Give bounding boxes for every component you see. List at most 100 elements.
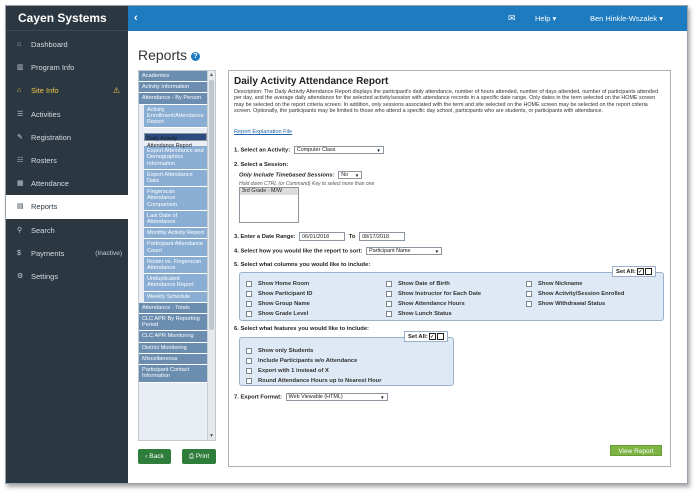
checkbox[interactable] [246, 311, 252, 317]
checkbox[interactable] [246, 358, 252, 364]
sidebar-item-reports[interactable]: ▤ Reports [6, 195, 128, 219]
session-listbox[interactable]: 3rd Grade - M/W [239, 187, 299, 223]
date-from-input[interactable]: 06/01/2018 [299, 232, 346, 241]
report-item[interactable]: Fingerscan Attendance Comparison [144, 187, 207, 211]
column-option[interactable]: Show Home Room [246, 280, 309, 288]
columns-panel: Show Home Room Show Participant ID Show … [239, 272, 664, 321]
sidebar-item-label: Program Info [31, 63, 75, 73]
report-panel: Daily Activity Attendance Report Descrip… [228, 70, 671, 467]
report-item[interactable]: Weekly Schedule [144, 291, 207, 303]
sidebar-item-search[interactable]: ⚲ Search [6, 219, 128, 242]
collapse-sidebar-icon[interactable]: ‹ [134, 6, 138, 31]
user-menu[interactable]: Ben Hinkle-Wszalek ▾ [590, 6, 663, 31]
sidebar-item-attendance[interactable]: ▦ Attendance [6, 172, 128, 195]
uncheck-all-icon[interactable] [436, 332, 444, 340]
checkbox[interactable] [246, 368, 252, 374]
scroll-thumb[interactable] [209, 80, 214, 330]
column-option[interactable]: Show Withdrawal Status [526, 300, 605, 308]
report-category[interactable]: Activity Information [139, 82, 207, 94]
sidebar-item-registration[interactable]: ✎ Registration [6, 126, 128, 149]
feature-option[interactable]: Include Participants w/o Attendance [246, 357, 357, 365]
view-report-button[interactable]: View Report [610, 445, 662, 456]
scroll-up-icon[interactable]: ▲ [208, 71, 215, 79]
report-category[interactable]: Participant Contact Information [139, 365, 207, 383]
report-item[interactable]: Unduplicated Attendance Report [144, 274, 207, 292]
report-item[interactable]: Roster vs. Fingerscan Attendance [144, 256, 207, 275]
report-item[interactable]: Export Attendance Data [144, 169, 207, 188]
checkbox[interactable] [386, 281, 392, 287]
report-explanation-link[interactable]: Report Explanation File [234, 129, 292, 135]
feature-option[interactable]: Export with 1 instead of X [246, 367, 329, 375]
report-category[interactable]: CLC APR By Reporting Period [139, 314, 207, 332]
column-option[interactable]: Show Group Name [246, 300, 310, 308]
checkbox[interactable] [246, 348, 252, 354]
column-option[interactable]: Show Lunch Status [386, 310, 452, 318]
column-option[interactable]: Show Date of Birth [386, 280, 450, 288]
check-all-icon[interactable]: ✓ [636, 267, 644, 275]
sidebar: Cayen Systems ⌂ Dashboard ▥ Program Info ⌂… [6, 6, 128, 483]
sidebar-item-label: Attendance [31, 179, 69, 189]
activity-select[interactable]: Computer Class ▼ [293, 146, 384, 154]
report-category[interactable]: District Monitoring [139, 342, 207, 354]
session-option[interactable]: 3rd Grade - M/W [240, 188, 298, 195]
report-category[interactable]: Attendance - Totals [139, 302, 207, 315]
search-icon: ⚲ [17, 226, 23, 234]
checkbox[interactable] [386, 301, 392, 307]
check-all-icon[interactable]: ✓ [428, 332, 436, 340]
feature-option-label: Export with 1 instead of X [258, 368, 329, 374]
report-item[interactable]: Participant Attendance Count [144, 239, 207, 257]
sidebar-item-settings[interactable]: ⚙ Settings [6, 265, 128, 288]
report-item[interactable]: Daily Activity Attendance Report [144, 132, 207, 149]
checkbox[interactable] [386, 311, 392, 317]
column-option[interactable]: Show Activity/Session Enrolled [526, 290, 624, 298]
scroll-down-icon[interactable]: ▼ [208, 432, 215, 440]
report-list: Academics Activity Information Attendance … [138, 70, 216, 441]
column-option-label: Show Attendance Hours [398, 301, 465, 307]
sidebar-item-site-info[interactable]: ⌂ Site Info ⚠ [6, 79, 128, 102]
column-option[interactable]: Show Instructor for Each Date [386, 290, 481, 298]
date-to-input[interactable]: 08/17/2018 [359, 232, 406, 241]
export-format-select[interactable]: Web Viewable (HTML) ▼ [285, 393, 388, 401]
report-item[interactable]: Activity Enrollment/Attendance Report [144, 104, 207, 129]
back-button[interactable]: ‹ Back [138, 449, 171, 464]
help-menu[interactable]: Help ▾ [535, 6, 556, 31]
checkbox[interactable] [386, 291, 392, 297]
column-option[interactable]: Show Grade Level [246, 310, 308, 318]
sidebar-item-dashboard[interactable]: ⌂ Dashboard [6, 33, 128, 56]
column-option[interactable]: Show Nickname [526, 280, 582, 288]
checkbox[interactable] [246, 281, 252, 287]
report-item[interactable]: Monthly Activity Report [144, 228, 207, 240]
help-icon[interactable]: ? [191, 51, 201, 61]
checkbox[interactable] [526, 291, 532, 297]
report-category[interactable]: Academics [139, 71, 207, 83]
sidebar-item-program-info[interactable]: ▥ Program Info [6, 56, 128, 79]
report-category[interactable]: Miscellaneous [139, 353, 207, 366]
mail-icon[interactable]: ✉ [508, 6, 516, 31]
report-category[interactable]: Attendance - By Person [139, 93, 207, 105]
feature-option-label: Round Attendance Hours up to Nearest Hou… [258, 378, 382, 384]
sidebar-item-rosters[interactable]: ☷ Rosters [6, 149, 128, 172]
uncheck-all-icon[interactable] [644, 267, 652, 275]
sort-select[interactable]: Participant Name ▼ [366, 247, 443, 255]
report-category[interactable]: CLC APR Monitoring [139, 331, 207, 343]
checkbox[interactable] [526, 301, 532, 307]
checkbox[interactable] [246, 378, 252, 384]
checkbox[interactable] [246, 301, 252, 307]
timebased-select[interactable]: No ▼ [338, 171, 363, 179]
column-option[interactable]: Show Participant ID [246, 290, 312, 298]
checkbox[interactable] [246, 291, 252, 297]
report-list-scrollbar[interactable]: ▲ ▼ [207, 71, 215, 440]
feature-option[interactable]: Show only Students [246, 347, 313, 355]
site-info-icon: ⌂ [17, 87, 22, 95]
checkbox[interactable] [526, 281, 532, 287]
column-option[interactable]: Show Attendance Hours [386, 300, 465, 308]
activity-select-value: Computer Class [296, 147, 336, 153]
sidebar-item-activities[interactable]: ☰ Activities [6, 103, 128, 126]
set-all-label: Set All: [408, 334, 428, 340]
print-button[interactable]: ⎙ Print [182, 449, 216, 464]
sidebar-item-payments[interactable]: $ Payments (Inactive) [6, 242, 128, 265]
report-item[interactable]: Last Date of Attendance [144, 210, 207, 229]
step-3-label: 3. Enter a Date Range: [234, 234, 296, 241]
sidebar-nav: ⌂ Dashboard ▥ Program Info ⌂ Site Info ⚠ ☰ Ac… [6, 33, 128, 288]
feature-option[interactable]: Round Attendance Hours up to Nearest Hou… [246, 377, 381, 385]
